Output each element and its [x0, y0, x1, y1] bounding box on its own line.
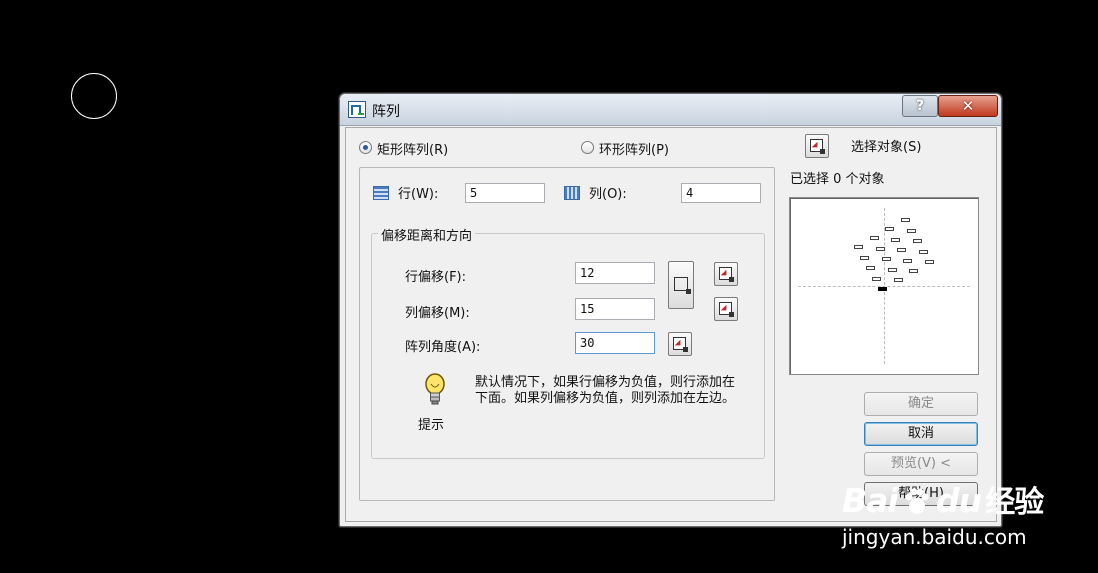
preview-array-cell [913, 239, 922, 243]
rect-array-label[interactable]: 矩形阵列(R) [377, 139, 448, 158]
preview-array-cell [925, 260, 934, 264]
pick-angle-button[interactable] [668, 332, 692, 356]
preview-array-cell [891, 238, 900, 242]
rect-array-radio[interactable] [359, 141, 372, 154]
title-bar[interactable]: 阵列 ? ✕ [340, 94, 1001, 126]
offset-group-title: 偏移距离和方向 [378, 225, 476, 244]
tip-label: 提示 [418, 418, 445, 433]
preview-array-cell [878, 287, 887, 291]
preview-array-cell [870, 236, 879, 240]
rect-array-panel: 行(W): 5 列(O): 4 偏移距离和方向 行偏移(F): 12 列偏移(M… [359, 167, 775, 501]
help-button[interactable]: ? [902, 95, 938, 117]
array-preview [789, 197, 979, 375]
preview-array-cell [860, 256, 869, 260]
columns-label: 列(O): [589, 187, 627, 202]
preview-button[interactable]: 预览(V) < [864, 452, 978, 476]
column-offset-label: 列偏移(M): [405, 306, 470, 321]
preview-array-cell [903, 259, 912, 263]
preview-array-cell [894, 278, 903, 282]
preview-array-cell [897, 248, 906, 252]
row-offset-label: 行偏移(F): [405, 270, 467, 285]
preview-array-cell [872, 277, 881, 281]
preview-array-cell [882, 257, 891, 261]
watermark-logo-cn: 经验 [985, 485, 1044, 520]
columns-input[interactable]: 4 [681, 183, 761, 203]
tip-text: 默认情况下，如果行偏移为负值，则行添加在下面。如果列偏移为负值，则列添加在左边。 [475, 375, 736, 406]
ok-button[interactable]: 确定 [864, 392, 978, 416]
lightbulb-icon [425, 373, 445, 405]
dialog-body: 矩形阵列(R) 环形阵列(P) 行(W): 5 列(O): 4 偏移距离和方向 … [345, 127, 997, 522]
offset-group: 偏移距离和方向 行偏移(F): 12 列偏移(M): 15 阵列角度(A): 3… [371, 225, 765, 459]
selected-count-text: 已选择 0 个对象 [790, 172, 885, 187]
preview-y-axis [884, 208, 885, 364]
unit-cell-icon [674, 277, 691, 294]
array-dialog: 阵列 ? ✕ 矩形阵列(R) 环形阵列(P) 行(W): 5 列(O): 4 偏… [339, 93, 1002, 527]
preview-array-cell [907, 229, 916, 233]
baidu-watermark: Bai du 经验 [842, 477, 1044, 521]
watermark-logo-du: du [936, 481, 982, 520]
row-offset-input[interactable]: 12 [575, 262, 655, 284]
column-offset-input[interactable]: 15 [575, 298, 655, 320]
rows-label: 行(W): [398, 187, 439, 202]
pick-point-icon [673, 337, 688, 352]
pick-row-offset-button[interactable] [714, 262, 738, 286]
polar-array-radio[interactable] [581, 141, 594, 154]
preview-array-cell [866, 266, 875, 270]
autocad-app-icon [348, 101, 366, 118]
pick-point-icon [719, 267, 734, 282]
select-objects-button[interactable] [805, 134, 829, 158]
preview-array-cell [901, 218, 910, 222]
columns-icon [564, 186, 580, 200]
pick-point-icon [719, 302, 734, 317]
array-angle-input[interactable]: 30 [575, 332, 655, 354]
watermark-url: jingyan.baidu.com [842, 525, 1027, 549]
preview-array-cell [919, 250, 928, 254]
baidu-paw-icon [905, 488, 929, 514]
drawing-circle[interactable] [71, 73, 117, 119]
preview-array-cell [885, 227, 894, 231]
preview-array-cell [909, 269, 918, 273]
preview-array-cell [876, 247, 885, 251]
dialog-title: 阵列 [372, 104, 400, 120]
cancel-button[interactable]: 取消 [864, 422, 978, 446]
close-button[interactable]: ✕ [938, 95, 998, 117]
watermark-logo-bai: Bai [842, 481, 899, 520]
polar-array-label[interactable]: 环形阵列(P) [599, 139, 669, 158]
pick-both-offsets-button[interactable] [668, 261, 694, 309]
rows-input[interactable]: 5 [465, 183, 545, 203]
select-objects-icon [810, 139, 825, 154]
array-angle-label: 阵列角度(A): [405, 340, 481, 355]
preview-array-cell [854, 245, 863, 249]
rows-icon [373, 186, 389, 200]
select-objects-label[interactable]: 选择对象(S) [851, 136, 921, 155]
pick-column-offset-button[interactable] [714, 297, 738, 321]
close-icon: ✕ [961, 97, 975, 115]
preview-array-cell [888, 268, 897, 272]
